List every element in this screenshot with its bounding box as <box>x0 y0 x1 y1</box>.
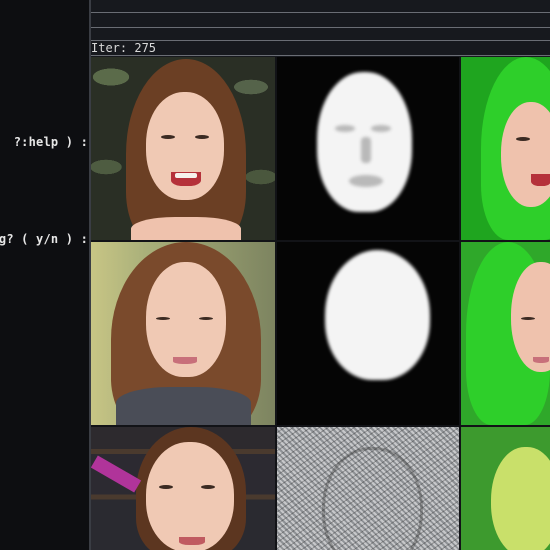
source-image-2 <box>91 242 275 425</box>
terminal-panel: ?:help ) : ng? ( y/n ) : <box>0 0 90 550</box>
overlay-image-2 <box>461 242 550 425</box>
graph-line <box>91 12 550 13</box>
mask-image-1 <box>277 57 459 240</box>
overlay-image-1 <box>461 57 550 240</box>
preview-header <box>91 0 550 57</box>
source-image-1 <box>91 57 275 240</box>
mask-image-2 <box>277 242 459 425</box>
overlay-image-3 <box>461 427 550 550</box>
iteration-counter: Iter: 275 <box>91 41 157 55</box>
graph-line <box>91 55 550 56</box>
terminal-prompt-yes-no: ng? ( y/n ) : <box>0 232 88 246</box>
terminal-prompt-help: ?:help ) : <box>13 135 88 149</box>
graph-line <box>91 40 550 41</box>
preview-grid <box>91 57 550 550</box>
source-image-3 <box>91 427 275 550</box>
graph-line <box>91 27 550 28</box>
mask-image-3 <box>277 427 459 550</box>
